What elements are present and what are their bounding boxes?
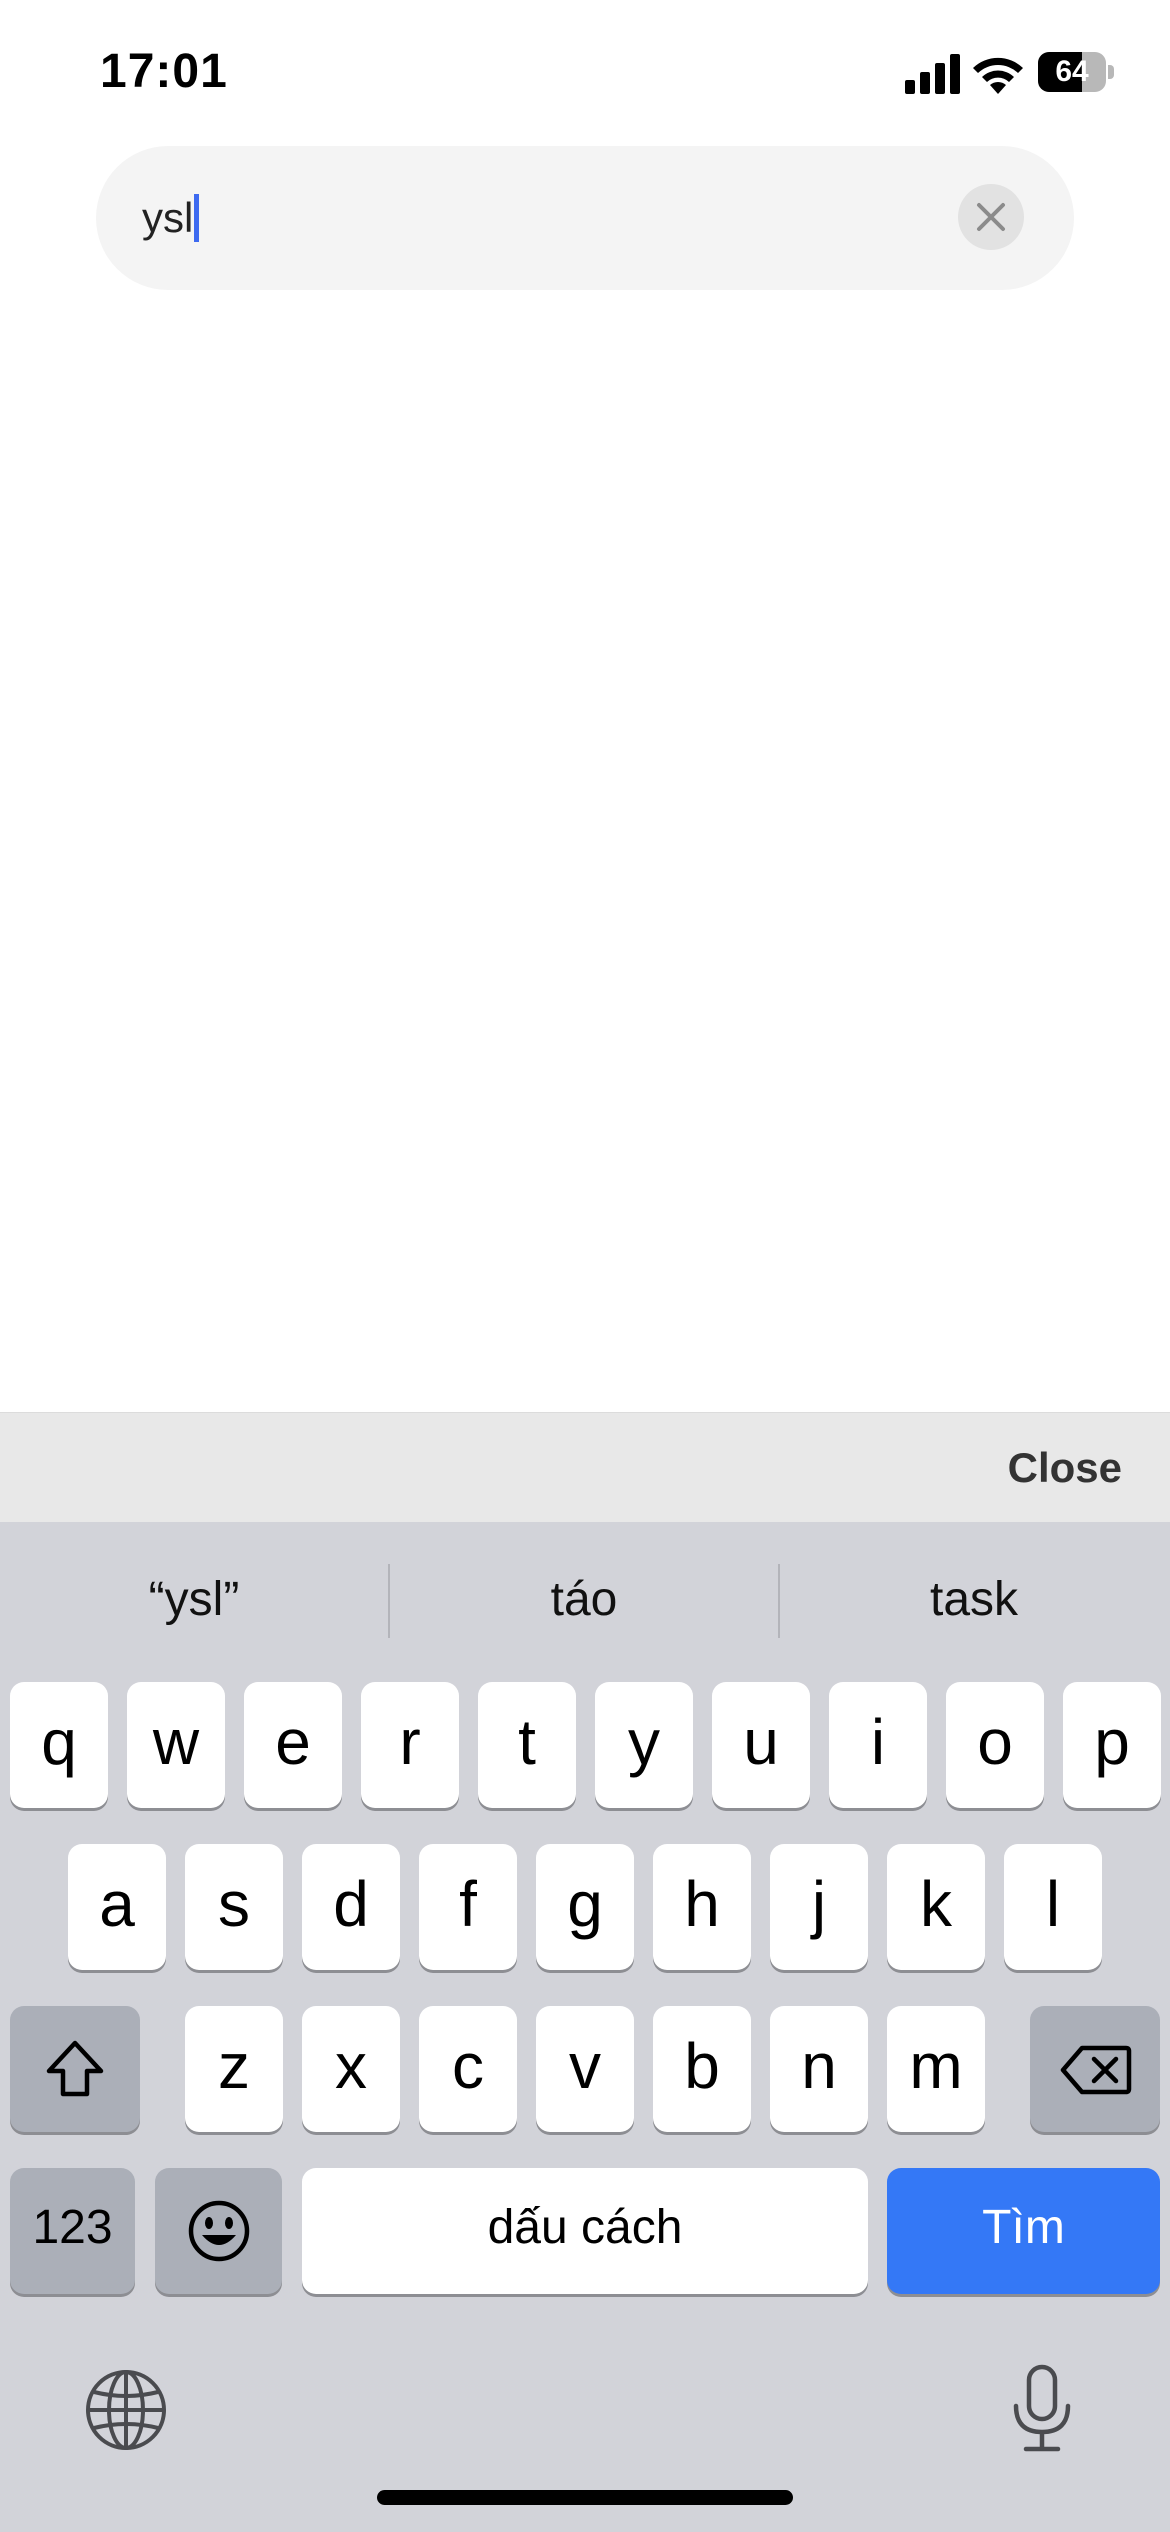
key-u[interactable]: u (712, 1682, 810, 1808)
numbers-key[interactable]: 123 (10, 2168, 135, 2294)
key-i[interactable]: i (829, 1682, 927, 1808)
keyboard-accessory-bar: Close (0, 1412, 1170, 1523)
close-keyboard-button[interactable]: Close (1008, 1413, 1122, 1523)
key-y[interactable]: y (595, 1682, 693, 1808)
shift-icon (46, 2040, 104, 2097)
keyboard: “ysl” táo task q w e r t y u i o p a s d… (0, 1522, 1170, 2532)
space-key[interactable]: dấu cách (302, 2168, 868, 2294)
wifi-icon (973, 57, 1023, 94)
status-bar: 17:01 64 (0, 0, 1170, 140)
shift-key[interactable] (10, 2006, 140, 2132)
key-z[interactable]: z (185, 2006, 283, 2132)
battery-indicator: 64 (1038, 52, 1114, 92)
search-key[interactable]: Tìm (887, 2168, 1160, 2294)
suggestion-bar: “ysl” táo task (0, 1522, 1170, 1677)
key-m[interactable]: m (887, 2006, 985, 2132)
emoji-key[interactable] (155, 2168, 282, 2294)
suggestion-item[interactable]: “ysl” (0, 1522, 388, 1677)
cellular-signal-icon (905, 54, 960, 94)
search-input[interactable]: ysl (142, 146, 200, 290)
key-n[interactable]: n (770, 2006, 868, 2132)
key-l[interactable]: l (1004, 1844, 1102, 1970)
backspace-key[interactable] (1030, 2006, 1160, 2132)
key-c[interactable]: c (419, 2006, 517, 2132)
key-a[interactable]: a (68, 1844, 166, 1970)
key-f[interactable]: f (419, 1844, 517, 1970)
home-indicator[interactable] (377, 2490, 793, 2505)
key-o[interactable]: o (946, 1682, 1044, 1808)
text-caret (194, 193, 200, 242)
key-x[interactable]: x (302, 2006, 400, 2132)
battery-percent: 64 (1055, 55, 1089, 88)
key-q[interactable]: q (10, 1682, 108, 1808)
suggestion-item[interactable]: task (780, 1522, 1168, 1677)
clear-search-button[interactable] (958, 184, 1024, 250)
key-s[interactable]: s (185, 1844, 283, 1970)
key-g[interactable]: g (536, 1844, 634, 1970)
emoji-icon (188, 2200, 250, 2262)
key-v[interactable]: v (536, 2006, 634, 2132)
key-b[interactable]: b (653, 2006, 751, 2132)
key-r[interactable]: r (361, 1682, 459, 1808)
x-mark-icon (977, 203, 1005, 231)
key-h[interactable]: h (653, 1844, 751, 1970)
key-j[interactable]: j (770, 1844, 868, 1970)
backspace-icon (1060, 2045, 1132, 2095)
key-e[interactable]: e (244, 1682, 342, 1808)
key-d[interactable]: d (302, 1844, 400, 1970)
suggestion-item[interactable]: táo (390, 1522, 778, 1677)
globe-icon[interactable] (84, 2368, 168, 2452)
key-k[interactable]: k (887, 1844, 985, 1970)
key-p[interactable]: p (1063, 1682, 1161, 1808)
status-time: 17:01 (100, 45, 228, 98)
key-t[interactable]: t (478, 1682, 576, 1808)
key-w[interactable]: w (127, 1682, 225, 1808)
search-bar[interactable]: ysl (96, 146, 1074, 290)
search-input-value: ysl (142, 194, 194, 241)
microphone-icon[interactable] (1010, 2364, 1074, 2454)
